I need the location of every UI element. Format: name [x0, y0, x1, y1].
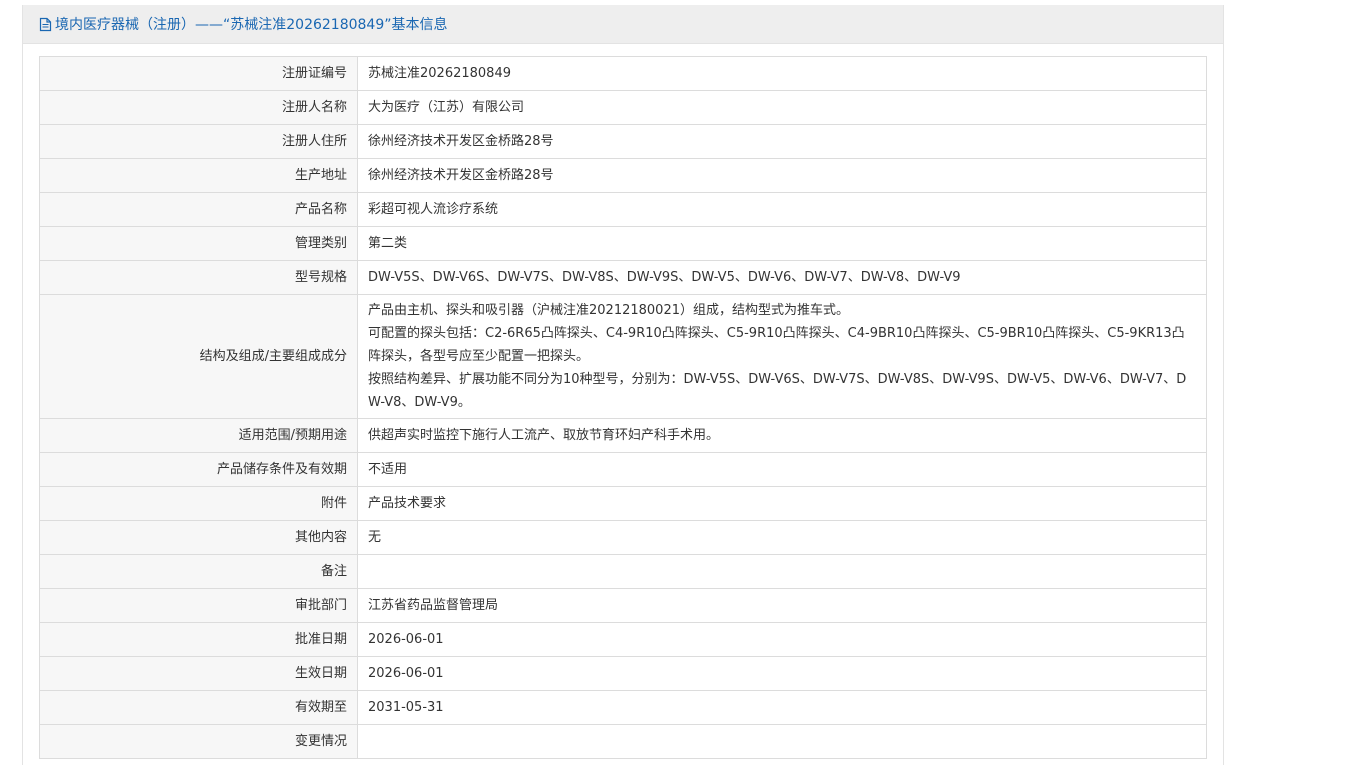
row-value: 2026-06-01 — [357, 622, 1207, 657]
row-value: 江苏省药品监督管理局 — [357, 588, 1207, 623]
row-label: 注册人名称 — [39, 90, 358, 125]
table-row: 生产地址 徐州经济技术开发区金桥路28号 — [39, 158, 1207, 193]
row-value: 不适用 — [357, 452, 1207, 487]
row-value: 无 — [357, 520, 1207, 555]
table-row: 生效日期 2026-06-01 — [39, 656, 1207, 691]
row-value: DW-V5S、DW-V6S、DW-V7S、DW-V8S、DW-V9S、DW-V5… — [357, 260, 1207, 295]
row-value: 产品技术要求 — [357, 486, 1207, 521]
row-label: 生效日期 — [39, 656, 358, 691]
info-panel: 境内医疗器械（注册）——“苏械注准20262180849”基本信息 注册证编号 … — [22, 5, 1224, 765]
row-value: 彩超可视人流诊疗系统 — [357, 192, 1207, 227]
row-value: 第二类 — [357, 226, 1207, 261]
row-label: 有效期至 — [39, 690, 358, 725]
table-row: 审批部门 江苏省药品监督管理局 — [39, 588, 1207, 623]
structure-line: 可配置的探头包括：C2-6R65凸阵探头、C4-9R10凸阵探头、C5-9R10… — [368, 326, 1185, 364]
row-label: 结构及组成/主要组成成分 — [39, 294, 358, 419]
table-row: 备注 — [39, 554, 1207, 589]
row-value: 产品由主机、探头和吸引器（沪械注准20212180021）组成，结构型式为推车式… — [357, 294, 1207, 419]
table-row: 变更情况 — [39, 724, 1207, 759]
row-label: 变更情况 — [39, 724, 358, 759]
table-row: 管理类别 第二类 — [39, 226, 1207, 261]
table-row: 注册人住所 徐州经济技术开发区金桥路28号 — [39, 124, 1207, 159]
table-row: 有效期至 2031-05-31 — [39, 690, 1207, 725]
row-label: 注册证编号 — [39, 56, 358, 91]
table-row: 其他内容 无 — [39, 520, 1207, 555]
table-row: 批准日期 2026-06-01 — [39, 622, 1207, 657]
structure-line: 产品由主机、探头和吸引器（沪械注准20212180021）组成，结构型式为推车式… — [368, 303, 849, 318]
table-row: 型号规格 DW-V5S、DW-V6S、DW-V7S、DW-V8S、DW-V9S、… — [39, 260, 1207, 295]
structure-line: 按照结构差异、扩展功能不同分为10种型号，分别为：DW-V5S、DW-V6S、D… — [368, 372, 1187, 410]
row-value: 供超声实时监控下施行人工流产、取放节育环妇产科手术用。 — [357, 418, 1207, 453]
row-label: 型号规格 — [39, 260, 358, 295]
table-row: 产品名称 彩超可视人流诊疗系统 — [39, 192, 1207, 227]
row-value: 2031-05-31 — [357, 690, 1207, 725]
row-label: 管理类别 — [39, 226, 358, 261]
row-label: 审批部门 — [39, 588, 358, 623]
row-value: 大为医疗（江苏）有限公司 — [357, 90, 1207, 125]
row-label: 备注 — [39, 554, 358, 589]
table-row: 产品储存条件及有效期 不适用 — [39, 452, 1207, 487]
row-label: 产品储存条件及有效期 — [39, 452, 358, 487]
row-label: 附件 — [39, 486, 358, 521]
table-row: 适用范围/预期用途 供超声实时监控下施行人工流产、取放节育环妇产科手术用。 — [39, 418, 1207, 453]
panel-header: 境内医疗器械（注册）——“苏械注准20262180849”基本信息 — [23, 5, 1223, 44]
row-value: 徐州经济技术开发区金桥路28号 — [357, 124, 1207, 159]
table-row: 注册证编号 苏械注准20262180849 — [39, 56, 1207, 91]
document-icon — [39, 17, 52, 32]
row-label: 注册人住所 — [39, 124, 358, 159]
row-value: 苏械注准20262180849 — [357, 56, 1207, 91]
row-label: 生产地址 — [39, 158, 358, 193]
row-value — [357, 554, 1207, 589]
row-label: 批准日期 — [39, 622, 358, 657]
row-value — [357, 724, 1207, 759]
page-title: 境内医疗器械（注册）——“苏械注准20262180849”基本信息 — [55, 17, 448, 33]
table-row: 结构及组成/主要组成成分 产品由主机、探头和吸引器（沪械注准2021218002… — [39, 294, 1207, 419]
table-row: 附件 产品技术要求 — [39, 486, 1207, 521]
table-row: 注册人名称 大为医疗（江苏）有限公司 — [39, 90, 1207, 125]
row-label: 适用范围/预期用途 — [39, 418, 358, 453]
row-label: 其他内容 — [39, 520, 358, 555]
basic-info-table: 注册证编号 苏械注准20262180849 注册人名称 大为医疗（江苏）有限公司… — [39, 56, 1207, 759]
row-label: 产品名称 — [39, 192, 358, 227]
row-value: 2026-06-01 — [357, 656, 1207, 691]
row-value: 徐州经济技术开发区金桥路28号 — [357, 158, 1207, 193]
